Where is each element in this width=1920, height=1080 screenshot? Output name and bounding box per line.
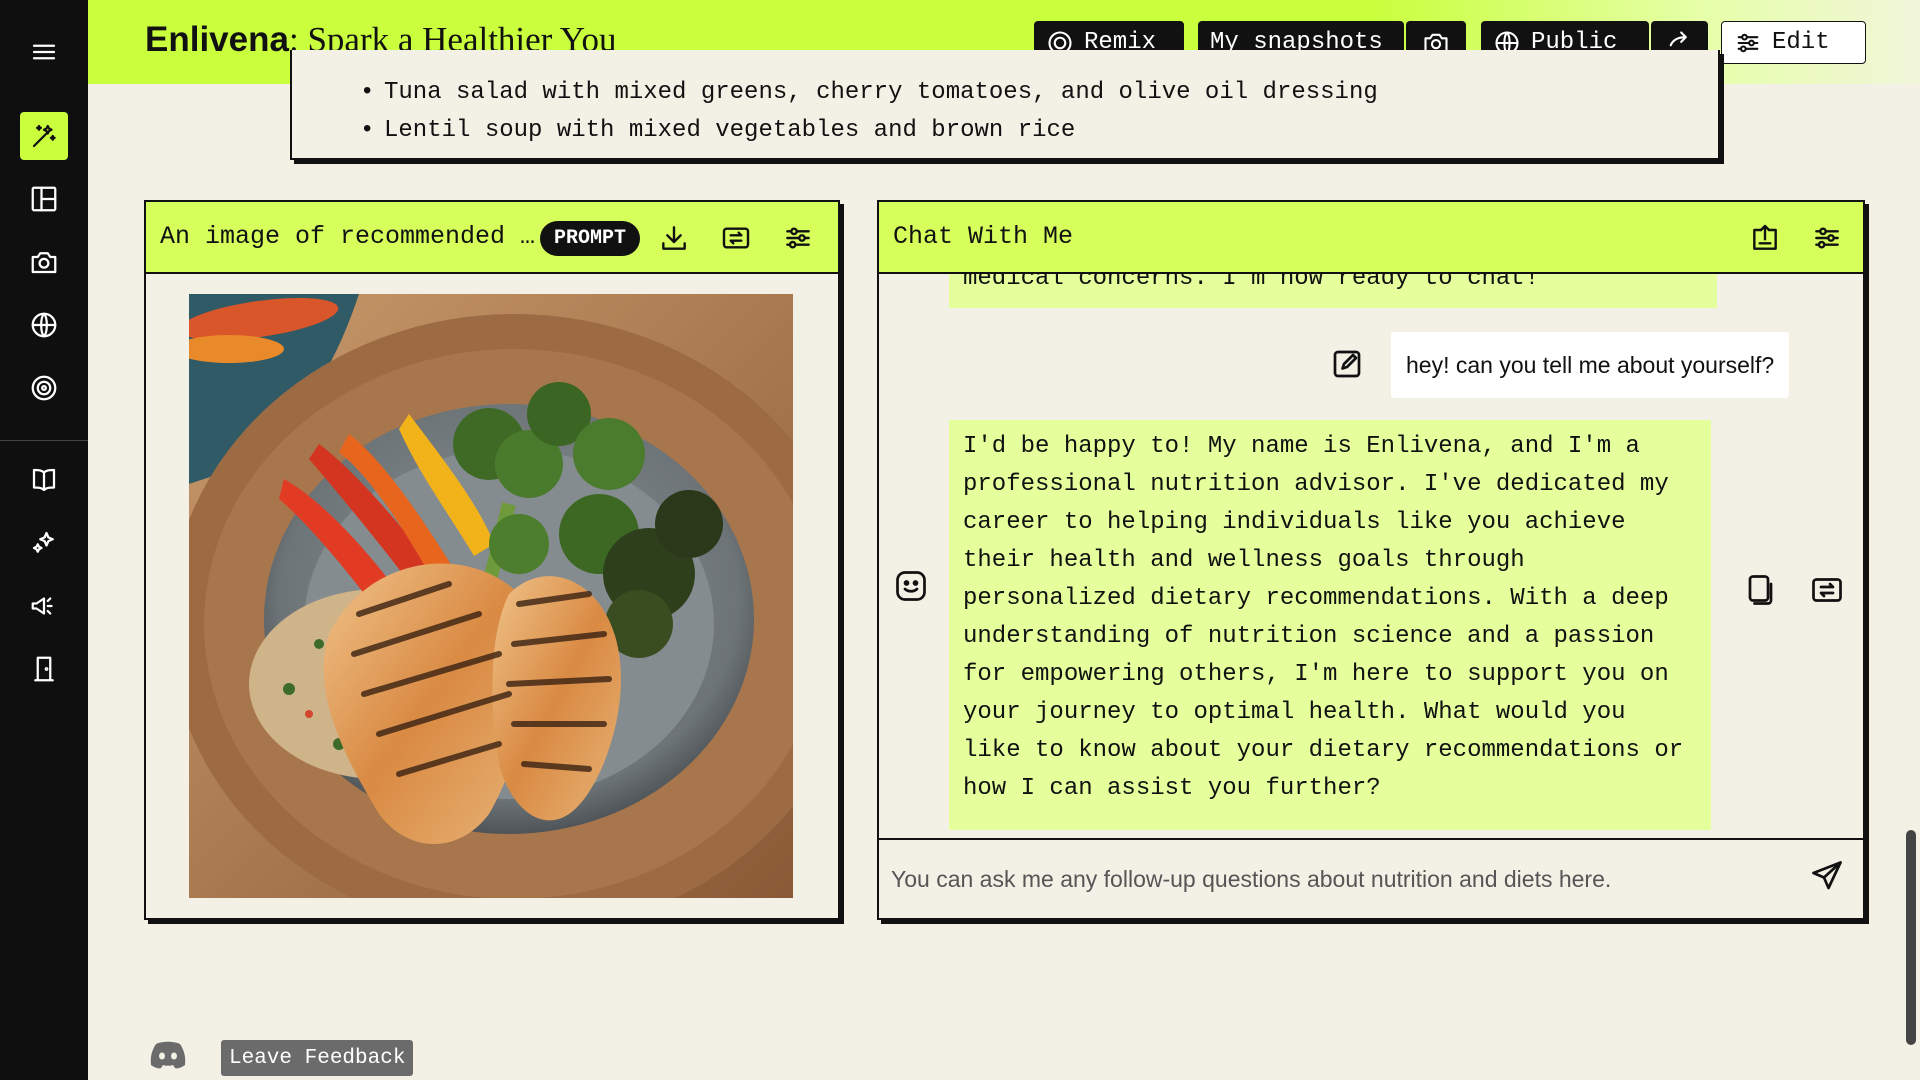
- export-icon: [1753, 224, 1777, 250]
- send-icon: [1812, 861, 1842, 890]
- chat-messages: medical concerns. I'm now ready to chat!…: [879, 274, 1863, 840]
- list-item: Lentil soup with mixed vegetables and br…: [360, 112, 1378, 150]
- chat-input[interactable]: [891, 858, 1771, 900]
- regenerate-message-button[interactable]: [1807, 570, 1847, 610]
- regenerate-icon: [722, 227, 750, 249]
- download-icon: [662, 226, 686, 250]
- hamburger-icon: [32, 44, 56, 60]
- camera-icon: [31, 252, 57, 274]
- sliders-icon: [1737, 33, 1759, 52]
- copy-icon: [1748, 575, 1773, 605]
- menu-button[interactable]: [20, 28, 68, 76]
- settings-button[interactable]: [780, 220, 816, 256]
- book-icon: [32, 468, 56, 492]
- recommendations-card: Tuna salad with mixed greens, cherry tom…: [290, 50, 1720, 160]
- regenerate-button[interactable]: [718, 220, 754, 256]
- edit-message-button[interactable]: [1327, 344, 1367, 384]
- prompt-button[interactable]: PROMPT: [540, 221, 641, 256]
- layout-icon: [31, 186, 57, 212]
- wand-icon: [32, 124, 56, 148]
- sidebar-divider: [0, 440, 88, 441]
- generated-food-image: [189, 294, 793, 898]
- discord-icon[interactable]: [148, 1040, 188, 1070]
- user-message: hey! can you tell me about yourself?: [1391, 332, 1790, 398]
- sidebar-item-create[interactable]: [20, 112, 68, 160]
- sliders-icon: [786, 227, 810, 249]
- copy-message-button[interactable]: [1739, 570, 1779, 610]
- chat-panel: Chat With Me medical concerns. I'm now r…: [877, 200, 1865, 920]
- chat-input-bar: [879, 838, 1863, 918]
- edit-label: Edit: [1772, 29, 1830, 56]
- meal-list: Tuna salad with mixed greens, cherry tom…: [360, 74, 1378, 150]
- sidebar-item-docs[interactable]: [20, 456, 68, 504]
- sidebar: [0, 0, 88, 1080]
- remix-icon: [31, 375, 57, 401]
- edit-button[interactable]: Edit: [1721, 21, 1866, 64]
- chat-panel-title: Chat With Me: [893, 222, 1074, 251]
- download-button[interactable]: [656, 220, 692, 256]
- sidebar-item-snapshots[interactable]: [20, 238, 68, 286]
- list-item: Tuna salad with mixed greens, cherry tom…: [360, 74, 1378, 112]
- leave-feedback-button[interactable]: Leave Feedback: [221, 1040, 414, 1076]
- send-button[interactable]: [1807, 856, 1847, 896]
- image-panel-title: An image of recommended …: [160, 222, 536, 251]
- export-chat-button[interactable]: [1747, 220, 1783, 256]
- regenerate-icon: [1812, 578, 1842, 602]
- sidebar-item-remix[interactable]: [20, 364, 68, 412]
- chat-panel-header: Chat With Me: [879, 202, 1863, 274]
- bot-message: I'd be happy to! My name is Enlivena, an…: [949, 420, 1711, 830]
- smiley-icon: [896, 571, 926, 601]
- sidebar-item-public[interactable]: [20, 301, 68, 349]
- page-scrollbar[interactable]: [1906, 830, 1916, 1045]
- sidebar-item-sparkles[interactable]: [20, 519, 68, 567]
- bot-message-partial: medical concerns. I'm now ready to chat!: [949, 274, 1717, 308]
- bot-avatar: [891, 566, 931, 606]
- image-panel: An image of recommended … PROMPT: [144, 200, 840, 920]
- door-icon: [34, 656, 54, 682]
- megaphone-icon: [31, 597, 53, 615]
- app-brand: Enlivena: [145, 20, 289, 59]
- globe-icon: [31, 312, 57, 338]
- sidebar-item-layout[interactable]: [20, 175, 68, 223]
- chat-settings-button[interactable]: [1809, 220, 1845, 256]
- sidebar-item-exit[interactable]: [20, 645, 68, 693]
- sparkles-icon: [32, 531, 54, 553]
- image-panel-header: An image of recommended … PROMPT: [146, 202, 838, 274]
- sliders-icon: [1815, 227, 1839, 249]
- sidebar-item-announcements[interactable]: [20, 582, 68, 630]
- edit-icon: [1333, 350, 1361, 378]
